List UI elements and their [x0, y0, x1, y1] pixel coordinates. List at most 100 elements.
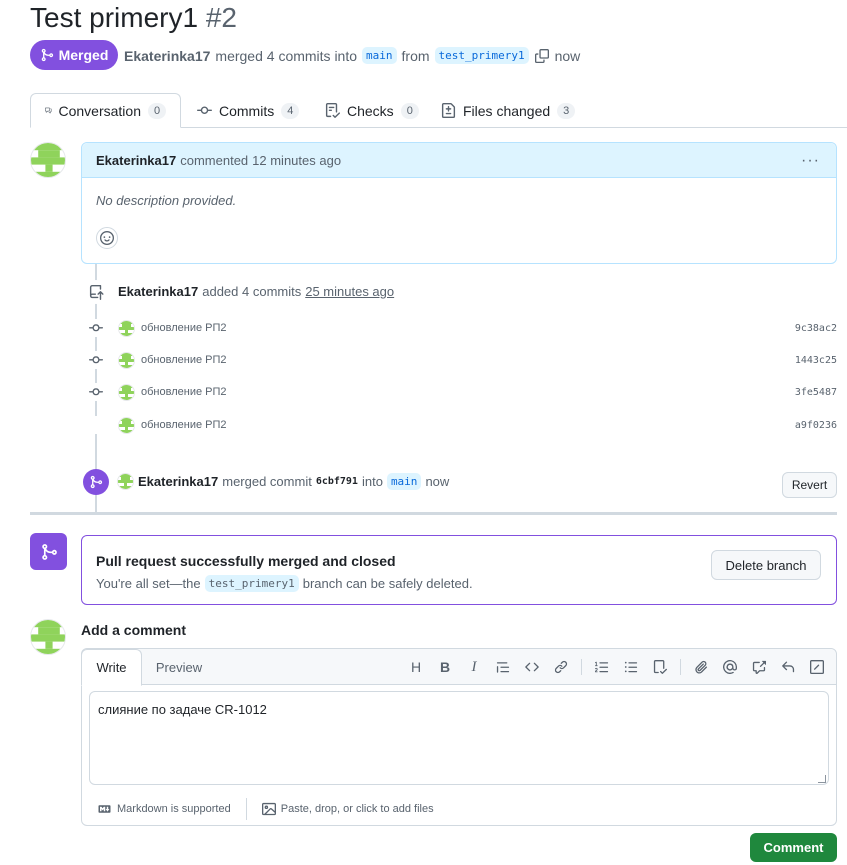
unordered-list-icon[interactable] [622, 658, 640, 676]
tab-commits-label: Commits [219, 102, 275, 119]
tab-conversation-count: 0 [148, 102, 166, 119]
git-merge-icon [30, 533, 67, 570]
merged-status-title: Pull request successfully merged and clo… [96, 553, 396, 569]
pr-merged-text: merged 4 commits into [215, 47, 358, 64]
commit-icon [197, 106, 212, 115]
markdown-icon [98, 805, 111, 813]
tab-commits-count: 4 [281, 102, 300, 119]
markdown-link[interactable]: Markdown is supported [97, 803, 231, 815]
markdown-note: Markdown is supported [117, 803, 231, 815]
smiley-icon[interactable] [96, 227, 118, 249]
commit-sha-link[interactable]: 9c38ac2 [795, 323, 837, 334]
add-comment-heading: Add a comment [81, 622, 187, 638]
merge-event-into: into [361, 474, 383, 489]
paperclip-icon[interactable] [692, 658, 710, 676]
tab-files-changed[interactable]: Files changed 3 [427, 93, 589, 128]
link-icon[interactable] [552, 658, 570, 676]
commits-event-author[interactable]: Ekaterinka17 [118, 284, 198, 299]
bold-icon[interactable]: B [436, 658, 454, 676]
resize-handle[interactable] [818, 775, 826, 783]
commit-message-link[interactable]: обновление РП2 [141, 386, 227, 398]
commit-sha-link[interactable]: 3fe5487 [795, 387, 837, 398]
comment-card: Ekaterinka17 commented 12 minutes ago ··… [81, 142, 837, 264]
commits-event-action: added 4 commits [202, 284, 302, 299]
kebab-menu-icon[interactable]: ··· [801, 152, 820, 170]
comment-submit-button[interactable]: Comment [750, 833, 837, 862]
tab-conversation[interactable]: Conversation 0 [30, 93, 181, 128]
attach-note: Paste, drop, or click to add files [280, 803, 434, 815]
comment-icon [45, 107, 52, 114]
tab-checks[interactable]: Checks 0 [311, 93, 433, 128]
merge-event-author[interactable]: Ekaterinka17 [138, 474, 218, 489]
commits-event-time[interactable]: 25 minutes ago [305, 284, 394, 299]
list-item: обновление РП2 1443c25 [87, 350, 837, 370]
tab-files-changed-label: Files changed [463, 102, 551, 119]
commit-sha-link[interactable]: a9f0236 [795, 420, 837, 431]
revert-button[interactable]: Revert [782, 472, 837, 498]
mention-icon[interactable] [721, 658, 739, 676]
tab-commits[interactable]: Commits 4 [183, 93, 313, 128]
quote-icon[interactable] [494, 658, 512, 676]
comment-author-link[interactable]: Ekaterinka17 [96, 153, 176, 168]
task-list-icon[interactable] [651, 658, 669, 676]
tab-conversation-label: Conversation [58, 102, 142, 119]
code-icon[interactable] [523, 658, 541, 676]
repo-push-icon [84, 280, 108, 304]
toolbar-divider [581, 659, 582, 675]
commit-dot-icon [87, 319, 105, 337]
head-branch-link[interactable]: test_primery1 [434, 47, 529, 64]
cross-reference-icon[interactable] [750, 658, 768, 676]
tab-checks-count: 0 [400, 102, 419, 119]
checklist-icon [325, 103, 340, 118]
avatar[interactable] [30, 619, 66, 655]
merged-state-badge: Merged [30, 40, 118, 70]
commit-dot-icon [87, 383, 105, 401]
heading-icon[interactable]: H [407, 658, 425, 676]
git-merge-icon [41, 48, 53, 62]
commit-message-link[interactable]: обновление РП2 [141, 322, 227, 334]
avatar[interactable] [117, 473, 134, 490]
attach-files-button[interactable]: Paste, drop, or click to add files [261, 802, 434, 816]
commit-sha-link[interactable]: 1443c25 [795, 355, 837, 366]
commit-message-link[interactable]: обновление РП2 [141, 354, 227, 366]
italic-icon[interactable]: I [465, 658, 483, 676]
pr-number: #2 [205, 2, 237, 33]
merged-sub-prefix: You're all set—the [96, 576, 201, 591]
commit-dot-icon [87, 351, 105, 369]
file-diff-icon [441, 103, 456, 118]
pr-title-text: Test primery1 [30, 2, 199, 33]
pr-time: now [554, 47, 581, 64]
merge-base-branch-link[interactable]: main [386, 473, 422, 490]
copy-icon[interactable] [534, 48, 550, 64]
pr-author-link[interactable]: Ekaterinka17 [124, 48, 210, 64]
commit-dot-icon [87, 416, 105, 434]
commits-event: Ekaterinka17 added 4 commits 25 minutes … [118, 284, 394, 299]
base-branch-link[interactable]: main [362, 47, 397, 64]
reply-icon[interactable] [779, 658, 797, 676]
merge-event-action: merged commit [222, 474, 312, 489]
list-item: обновление РП2 9c38ac2 [87, 318, 837, 338]
comment-header: Ekaterinka17 commented 12 minutes ago [82, 143, 836, 178]
tab-write[interactable]: Write [81, 649, 142, 686]
avatar[interactable] [118, 383, 135, 401]
git-merge-icon [83, 469, 109, 495]
comment-time[interactable]: 12 minutes ago [252, 153, 341, 168]
tab-preview[interactable]: Preview [144, 649, 214, 685]
footer-divider [245, 798, 247, 820]
commit-message-link[interactable]: обновление РП2 [141, 419, 227, 431]
ordered-list-icon[interactable] [593, 658, 611, 676]
tab-files-changed-count: 3 [557, 102, 576, 119]
merge-commit-sha-link[interactable]: 6cbf791 [316, 476, 358, 487]
timeline-divider [30, 512, 837, 515]
editor-footer: Markdown is supported Paste, drop, or cl… [97, 798, 434, 820]
avatar[interactable] [118, 319, 135, 337]
list-item: обновление РП2 a9f0236 [87, 415, 837, 435]
comment-action: commented [180, 152, 249, 168]
avatar[interactable] [118, 416, 135, 434]
avatar[interactable] [118, 351, 135, 369]
comment-textarea[interactable]: слияние по задаче CR-1012 [89, 691, 829, 785]
delete-branch-button[interactable]: Delete branch [711, 550, 821, 580]
slash-commands-icon[interactable] [808, 658, 826, 676]
list-item: обновление РП2 3fe5487 [87, 382, 837, 402]
avatar[interactable] [30, 142, 66, 178]
